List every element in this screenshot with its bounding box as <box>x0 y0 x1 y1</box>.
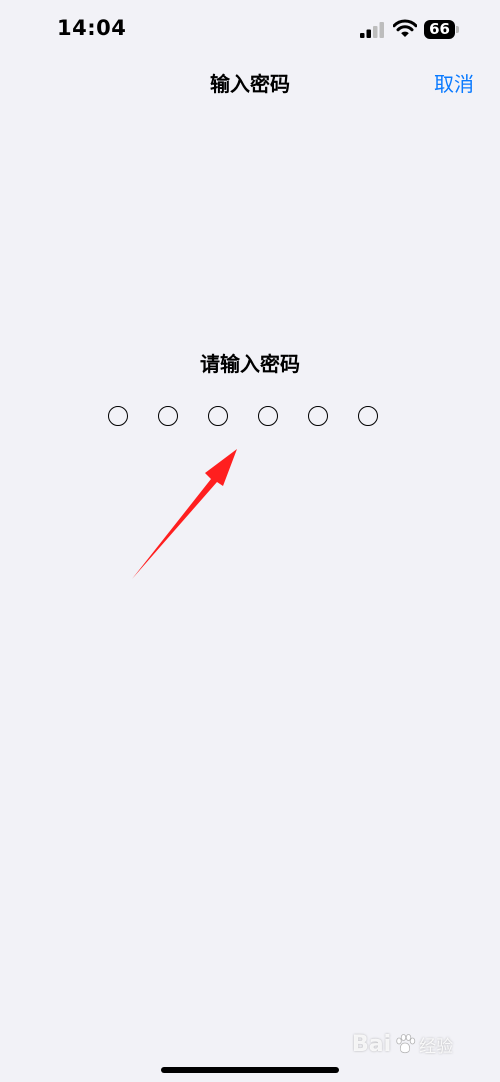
passcode-dot <box>358 406 378 426</box>
watermark-brand: Bai <box>352 1031 392 1057</box>
passcode-dot <box>308 406 328 426</box>
home-indicator[interactable] <box>161 1067 339 1073</box>
status-bar: 14:04 66 <box>0 0 500 60</box>
watermark: Bai 经验 <box>352 1024 453 1064</box>
wifi-icon <box>393 19 417 37</box>
paw-icon <box>396 1034 416 1054</box>
passcode-dot <box>258 406 278 426</box>
watermark-suffix: 经验 <box>419 1036 454 1057</box>
cellular-signal-icon <box>360 22 384 38</box>
nav-title: 输入密码 <box>210 72 290 96</box>
passcode-dot <box>158 406 178 426</box>
passcode-dot <box>108 406 128 426</box>
status-time: 14:04 <box>57 16 127 40</box>
passcode-dot <box>208 406 228 426</box>
passcode-dots[interactable] <box>108 406 378 426</box>
annotation-arrow <box>132 449 237 579</box>
battery-tip <box>456 26 459 33</box>
passcode-prompt: 请输入密码 <box>200 352 300 376</box>
battery-icon: 66 <box>424 20 459 40</box>
cancel-button[interactable]: 取消 <box>434 68 474 97</box>
battery-level: 66 <box>429 20 450 38</box>
